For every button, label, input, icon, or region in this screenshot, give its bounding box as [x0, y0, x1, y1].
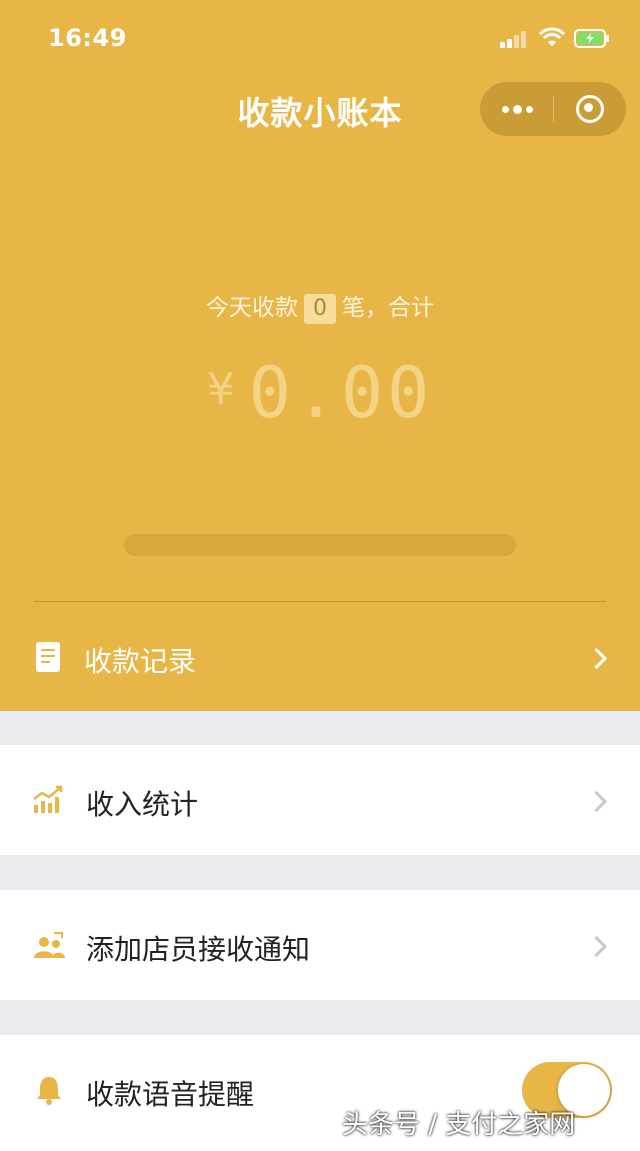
mini-program-capsule [480, 82, 626, 136]
add-staff-row[interactable]: 添加店员接收通知 [0, 890, 640, 1000]
income-stats-row[interactable]: 收入统计 [0, 745, 640, 855]
income-stats-label: 收入统计 [86, 788, 199, 821]
total-amount: ¥0.00 [0, 352, 640, 434]
progress-track [124, 534, 516, 556]
records-label: 收款记录 [84, 645, 197, 678]
currency-symbol: ¥ [206, 364, 235, 415]
bell-icon [37, 1077, 61, 1105]
amount-value: 0.00 [248, 352, 434, 434]
summary-prefix: 今天收款 [206, 295, 298, 321]
target-circle-icon[interactable] [554, 82, 626, 136]
bar-chart-icon [33, 785, 63, 813]
voice-alert-label: 收款语音提醒 [86, 1078, 255, 1111]
more-dots-icon[interactable] [480, 82, 553, 136]
status-bar: 16:49 [0, 0, 640, 80]
add-staff-label: 添加店员接收通知 [86, 933, 311, 966]
signal-icon [500, 30, 532, 48]
staff-icon [34, 932, 65, 958]
watermark: 头条号 / 支付之家网 [342, 1110, 576, 1140]
add-staff-chevron-icon [585, 935, 608, 958]
summary-suffix: 笔，合计 [342, 295, 434, 321]
status-time: 16:49 [48, 24, 127, 52]
wifi-icon [538, 27, 566, 46]
document-icon [36, 642, 60, 672]
payment-count-badge: 0 [304, 294, 336, 324]
today-summary: 今天收款 0 笔，合计 [0, 288, 640, 324]
income-stats-chevron-icon [585, 790, 608, 813]
battery-icon [574, 29, 609, 48]
